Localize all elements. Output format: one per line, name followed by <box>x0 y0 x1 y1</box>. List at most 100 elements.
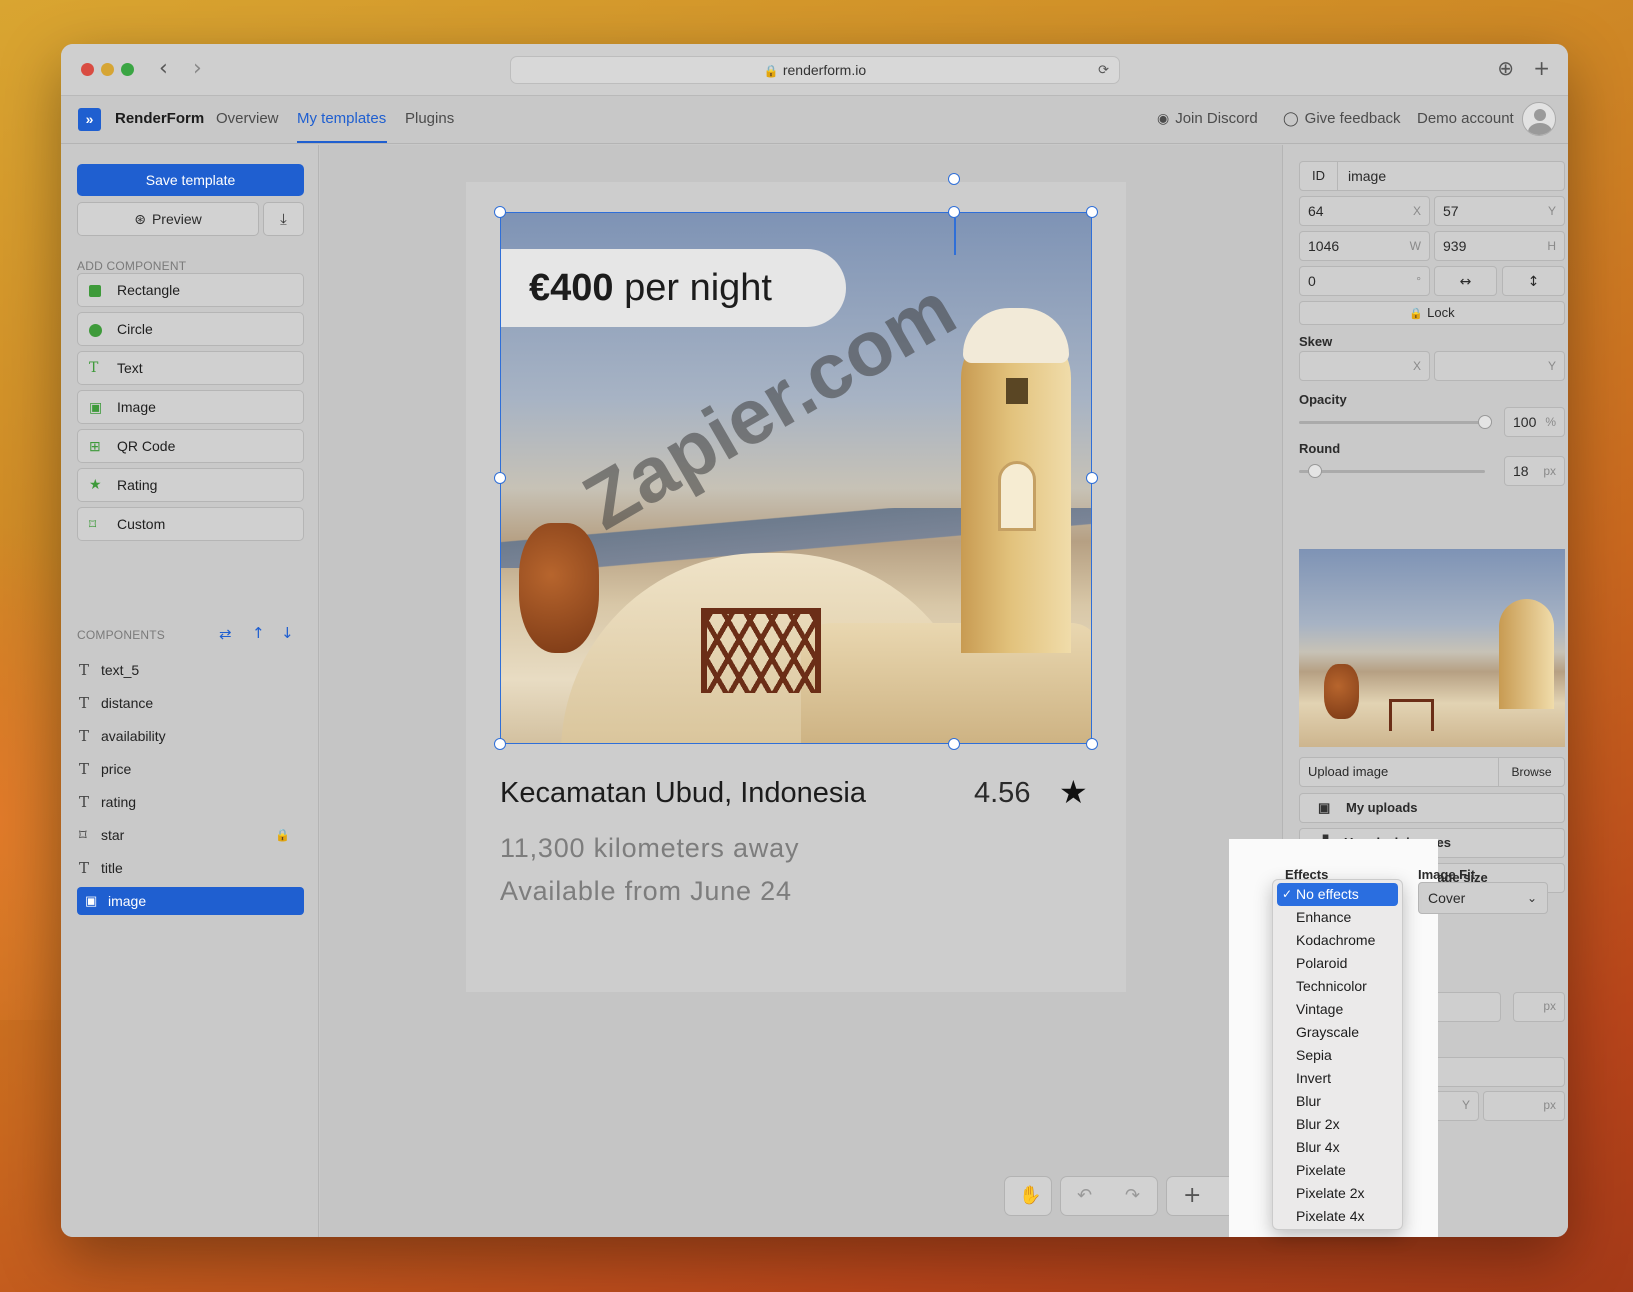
star-icon[interactable]: ★ <box>1059 773 1088 811</box>
account-menu[interactable]: Demo account <box>1417 110 1514 127</box>
effects-option[interactable]: ✓ No effects <box>1277 883 1398 906</box>
effects-option[interactable]: Polaroid <box>1273 952 1402 975</box>
title-text[interactable]: Kecamatan Ubud, Indonesia <box>500 777 866 810</box>
give-feedback-link[interactable]: ◯ Give feedback <box>1283 110 1401 127</box>
brand-name[interactable]: RenderForm <box>115 110 204 127</box>
resize-handle-s[interactable] <box>948 738 960 750</box>
px-offset-field[interactable]: px <box>1483 1091 1565 1121</box>
add-rectangle-button[interactable]: Rectangle <box>77 273 304 307</box>
avatar[interactable] <box>1522 102 1556 136</box>
add-qr-code-button[interactable]: ⊞ QR Code <box>77 429 304 463</box>
layer-item[interactable]: T title <box>77 854 304 882</box>
join-discord-link[interactable]: ◉ Join Discord <box>1157 110 1258 127</box>
resize-handle-e[interactable] <box>1086 472 1098 484</box>
opacity-field[interactable]: 100% <box>1504 407 1565 437</box>
add-circle-button[interactable]: Circle <box>77 312 304 346</box>
resize-handle-nw[interactable] <box>494 206 506 218</box>
rotation-field[interactable]: 0 ° <box>1299 266 1430 296</box>
reload-icon[interactable]: ⟳ <box>1098 57 1109 83</box>
image-fit-select[interactable]: Cover ⌄ <box>1418 882 1548 914</box>
redo-icon[interactable]: ↷ <box>1125 1177 1140 1215</box>
skew-x-field[interactable]: X <box>1299 351 1430 381</box>
save-template-button[interactable]: Save template <box>77 164 304 196</box>
layer-item-selected[interactable]: ▣ image <box>77 887 304 915</box>
nav-my-templates[interactable]: My templates <box>297 110 386 127</box>
effects-option[interactable]: Blur 4x <box>1273 1136 1402 1159</box>
minimize-window-button[interactable] <box>101 63 114 76</box>
layer-item[interactable]: ⌑ star 🔒 <box>77 821 304 849</box>
skew-y-field[interactable]: Y <box>1434 351 1565 381</box>
zoom-window-button[interactable] <box>121 63 134 76</box>
round-slider-knob[interactable] <box>1308 464 1322 478</box>
distance-text[interactable]: 11,300 kilometers away <box>500 833 799 864</box>
zoom-in-icon[interactable]: + <box>1183 1177 1201 1215</box>
artboard[interactable]: €400 per night Zapier.com Kecamatan Ubud… <box>466 173 1126 992</box>
image-component[interactable]: €400 per night Zapier.com <box>500 212 1092 744</box>
availability-text[interactable]: Available from June 24 <box>500 876 792 907</box>
resize-handle-se[interactable] <box>1086 738 1098 750</box>
my-uploads-button[interactable]: ▣ My uploads <box>1299 793 1565 823</box>
layer-item[interactable]: T availability <box>77 722 304 750</box>
resize-handle-n[interactable] <box>948 206 960 218</box>
rotate-handle[interactable] <box>948 173 960 185</box>
layer-item[interactable]: T rating <box>77 788 304 816</box>
rating-text[interactable]: 4.56 <box>974 777 1030 810</box>
width-field[interactable]: 1046 W <box>1299 231 1430 261</box>
effects-option[interactable]: Grayscale <box>1273 1021 1402 1044</box>
x-field[interactable]: 64 X <box>1299 196 1430 226</box>
resize-handle-ne[interactable] <box>1086 206 1098 218</box>
height-field[interactable]: 939 H <box>1434 231 1565 261</box>
nav-plugins[interactable]: Plugins <box>405 110 454 127</box>
effects-option[interactable]: Pixelate 4x <box>1273 1205 1402 1228</box>
back-arrow-icon[interactable]: ‹ <box>159 56 168 81</box>
lock-button[interactable]: 🔒 Lock <box>1299 301 1565 325</box>
address-bar[interactable]: 🔒 renderform.io ⟳ <box>510 56 1120 84</box>
upload-image-field[interactable]: Upload image Browse <box>1299 757 1565 787</box>
layer-item[interactable]: T price <box>77 755 304 783</box>
flip-vertical-button[interactable]: ↕ <box>1502 266 1565 296</box>
move-down-icon[interactable]: ↓ <box>281 624 294 642</box>
new-tab-icon[interactable]: + <box>1533 56 1550 80</box>
effects-option[interactable]: Pixelate 2x <box>1273 1182 1402 1205</box>
round-field[interactable]: 18 px <box>1504 456 1565 486</box>
add-image-button[interactable]: ▣ Image <box>77 390 304 424</box>
price-badge[interactable]: €400 per night <box>501 249 846 327</box>
add-text-button[interactable]: T Text <box>77 351 304 385</box>
close-window-button[interactable] <box>81 63 94 76</box>
effects-option[interactable]: Sepia <box>1273 1044 1402 1067</box>
y-field[interactable]: 57 Y <box>1434 196 1565 226</box>
effects-option[interactable]: Blur <box>1273 1090 1402 1113</box>
move-up-icon[interactable]: ↑ <box>252 624 265 642</box>
browse-button[interactable]: Browse <box>1498 758 1564 786</box>
effects-option[interactable]: Enhance <box>1273 906 1402 929</box>
effects-option[interactable]: Vintage <box>1273 998 1402 1021</box>
effects-option[interactable]: Technicolor <box>1273 975 1402 998</box>
opacity-slider-knob[interactable] <box>1478 415 1492 429</box>
effects-option[interactable]: Invert <box>1273 1067 1402 1090</box>
renderform-logo-icon[interactable]: » <box>78 108 101 131</box>
nav-overview[interactable]: Overview <box>216 110 279 127</box>
resize-handle-w[interactable] <box>494 472 506 484</box>
effects-option[interactable]: Kodachrome <box>1273 929 1402 952</box>
flip-horizontal-button[interactable]: ↔ <box>1434 266 1497 296</box>
layer-item[interactable]: T distance <box>77 689 304 717</box>
add-custom-button[interactable]: ⌑ Custom <box>77 507 304 541</box>
lock-icon[interactable]: 🔒 <box>275 821 290 849</box>
resize-handle-sw[interactable] <box>494 738 506 750</box>
canvas-area[interactable]: €400 per night Zapier.com Kecamatan Ubud… <box>320 145 1282 1237</box>
group-layers-icon[interactable]: ⇄ <box>219 625 232 643</box>
round-slider[interactable] <box>1299 470 1485 473</box>
opacity-slider[interactable] <box>1299 421 1485 424</box>
effects-option[interactable]: Blur 2x <box>1273 1113 1402 1136</box>
preview-button[interactable]: ⊛ Preview <box>77 202 259 236</box>
downloads-icon[interactable]: ⊕ <box>1497 56 1514 80</box>
layer-item[interactable]: T text_5 <box>77 656 304 684</box>
download-button[interactable]: ⤓ <box>263 202 304 236</box>
id-field[interactable]: ID image <box>1299 161 1565 191</box>
add-rating-button[interactable]: ★ Rating <box>77 468 304 502</box>
undo-icon[interactable]: ↶ <box>1077 1177 1092 1215</box>
pan-tool-button[interactable]: ✋ <box>1004 1176 1052 1216</box>
effects-option[interactable]: Pixelate <box>1273 1159 1402 1182</box>
px-field[interactable]: px <box>1513 992 1565 1022</box>
forward-arrow-icon[interactable]: › <box>193 56 202 81</box>
